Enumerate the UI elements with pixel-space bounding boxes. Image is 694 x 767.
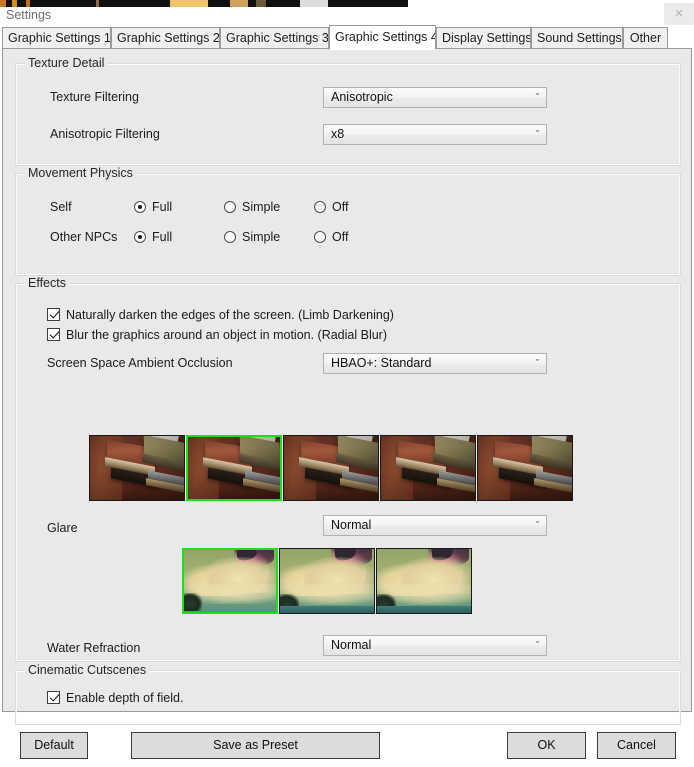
sky-preview-image <box>184 550 276 612</box>
group-texture-detail: Texture Detail Texture Filtering Anisotr… <box>15 56 681 166</box>
radio-dot-icon <box>314 231 326 243</box>
chevron-down-icon: ˇ <box>535 520 540 530</box>
check-mark-icon <box>47 308 60 321</box>
radio-dot-icon <box>314 201 326 213</box>
ssao-thumbnail-1[interactable] <box>186 435 282 501</box>
book-preview-image <box>381 436 475 500</box>
sky-preview-image <box>280 549 374 613</box>
tab-display-settings[interactable]: Display Settings <box>436 27 531 49</box>
radio-self-simple[interactable]: Simple <box>224 200 280 214</box>
ssao-thumbnail-row <box>89 435 573 501</box>
chevron-down-icon: ˇ <box>535 358 540 368</box>
label-texture-filtering: Texture Filtering <box>50 90 139 104</box>
ok-button[interactable]: OK <box>507 732 586 759</box>
group-cinematic-cutscenes: Cinematic Cutscenes Enable depth of fiel… <box>15 663 681 725</box>
group-title-cinematic-cutscenes: Cinematic Cutscenes <box>25 663 150 677</box>
title-bar: Settings ✕ <box>0 3 694 25</box>
checkbox-label: Blur the graphics around an object in mo… <box>66 328 388 342</box>
label-glare: Glare <box>47 521 78 535</box>
radio-label: Full <box>152 230 173 244</box>
checkbox-radial-blur[interactable]: Blur the graphics around an object in mo… <box>47 328 387 342</box>
radio-other-npcs-off[interactable]: Off <box>314 230 348 244</box>
dropdown-texture-filtering-value: Anisotropic <box>331 90 393 104</box>
radio-label: Simple <box>242 200 281 214</box>
group-title-movement-physics: Movement Physics <box>25 166 136 180</box>
glare-thumbnail-0[interactable] <box>182 548 278 614</box>
tab-graphic-settings-1[interactable]: Graphic Settings 1 <box>2 27 111 49</box>
radio-label: Off <box>332 230 349 244</box>
glare-thumbnail-2[interactable] <box>376 548 472 614</box>
checkbox-label: Naturally darken the edges of the screen… <box>66 308 394 322</box>
label-ssao: Screen Space Ambient Occlusion <box>47 356 233 370</box>
radio-label: Simple <box>242 230 281 244</box>
ssao-thumbnail-4[interactable] <box>477 435 573 501</box>
cancel-button[interactable]: Cancel <box>597 732 676 759</box>
radio-dot-icon <box>224 231 236 243</box>
label-anisotropic-filtering: Anisotropic Filtering <box>50 127 160 141</box>
radio-dot-icon <box>134 201 146 213</box>
dropdown-anisotropic-filtering-value: x8 <box>331 127 345 141</box>
checkbox-enable-depth-of-field[interactable]: Enable depth of field. <box>47 691 183 705</box>
window-title: Settings <box>6 8 52 22</box>
dropdown-water-refraction-value: Normal <box>331 638 372 652</box>
ssao-thumbnail-0[interactable] <box>89 435 185 501</box>
radio-other-npcs-simple[interactable]: Simple <box>224 230 280 244</box>
ssao-thumbnail-3[interactable] <box>380 435 476 501</box>
tab-sound-settings[interactable]: Sound Settings <box>531 27 623 49</box>
label-other-npcs: Other NPCs <box>50 230 118 244</box>
default-button[interactable]: Default <box>20 732 88 759</box>
book-preview-image <box>90 436 184 500</box>
label-self: Self <box>50 200 72 214</box>
dropdown-water-refraction[interactable]: Normal ˇ <box>323 635 547 656</box>
save-as-preset-button[interactable]: Save as Preset <box>131 732 380 759</box>
glare-thumbnail-row <box>182 548 473 614</box>
radio-dot-icon <box>224 201 236 213</box>
checkbox-label: Enable depth of field. <box>66 691 184 705</box>
chevron-down-icon: ˇ <box>535 129 540 139</box>
tab-graphic-settings-4[interactable]: Graphic Settings 4 <box>329 25 436 50</box>
check-mark-icon <box>47 328 60 341</box>
group-title-effects: Effects <box>25 276 69 290</box>
dropdown-anisotropic-filtering[interactable]: x8 ˇ <box>323 124 547 145</box>
tab-graphic-settings-3[interactable]: Graphic Settings 3 <box>220 27 329 49</box>
chevron-down-icon: ˇ <box>535 92 540 102</box>
radio-dot-icon <box>134 231 146 243</box>
dropdown-glare[interactable]: Normal ˇ <box>323 515 547 536</box>
checkbox-limb-darkening[interactable]: Naturally darken the edges of the screen… <box>47 308 394 322</box>
check-mark-icon <box>47 691 60 704</box>
group-title-texture-detail: Texture Detail <box>25 56 108 70</box>
group-effects: Effects Naturally darken the edges of th… <box>15 276 681 662</box>
dropdown-glare-value: Normal <box>331 518 372 532</box>
sky-preview-image <box>377 549 471 613</box>
dropdown-ssao-value: HBAO+: Standard <box>331 356 432 370</box>
ssao-thumbnail-2[interactable] <box>283 435 379 501</box>
tab-other[interactable]: Other <box>623 27 668 49</box>
dropdown-texture-filtering[interactable]: Anisotropic ˇ <box>323 87 547 108</box>
radio-self-off[interactable]: Off <box>314 200 348 214</box>
book-preview-image <box>478 436 572 500</box>
tab-bar: Graphic Settings 1 Graphic Settings 2 Gr… <box>2 25 692 50</box>
close-icon[interactable]: ✕ <box>664 3 694 25</box>
radio-self-full[interactable]: Full <box>134 200 172 214</box>
book-preview-image <box>188 437 280 499</box>
tab-graphic-settings-2[interactable]: Graphic Settings 2 <box>111 27 220 49</box>
radio-other-npcs-full[interactable]: Full <box>134 230 172 244</box>
dropdown-ssao[interactable]: HBAO+: Standard ˇ <box>323 353 547 374</box>
settings-panel: Texture Detail Texture Filtering Anisotr… <box>2 48 692 725</box>
book-preview-image <box>284 436 378 500</box>
label-water-refraction: Water Refraction <box>47 641 141 655</box>
radio-label: Off <box>332 200 349 214</box>
chevron-down-icon: ˇ <box>535 640 540 650</box>
group-movement-physics: Movement Physics Self Full Simple Off Ot… <box>15 166 681 276</box>
settings-window: Settings ✕ Graphic Settings 1 Graphic Se… <box>0 0 694 767</box>
glare-thumbnail-1[interactable] <box>279 548 375 614</box>
radio-label: Full <box>152 200 173 214</box>
background-window-strip <box>0 0 694 7</box>
